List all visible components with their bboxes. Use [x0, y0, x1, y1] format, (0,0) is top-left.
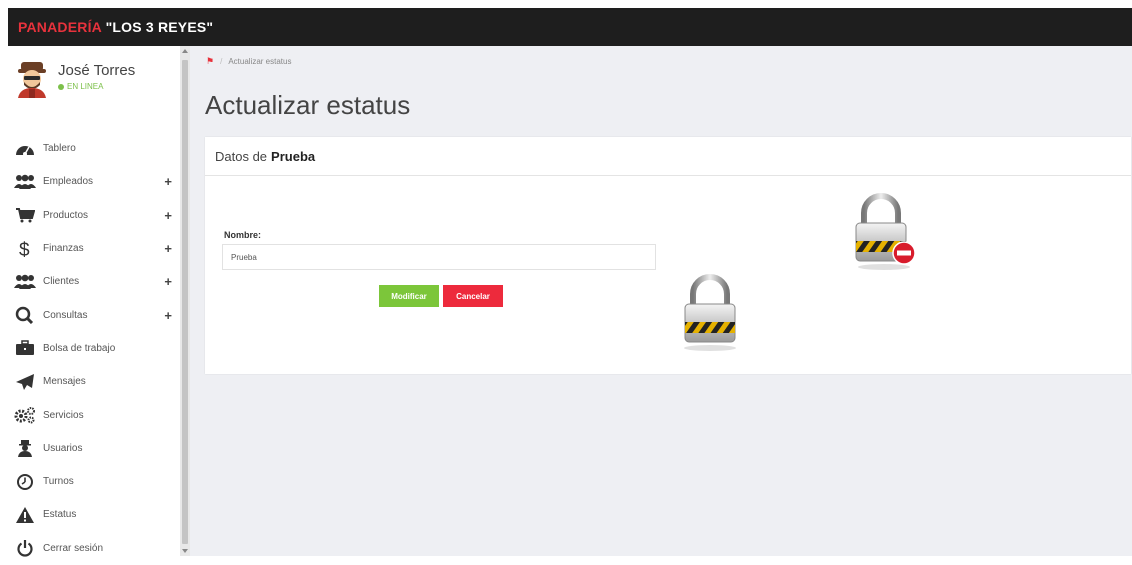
sidebar-item-label: Empleados — [43, 176, 94, 188]
scroll-up-arrow-icon[interactable] — [182, 49, 188, 53]
clock-icon — [13, 472, 37, 492]
search-icon — [13, 305, 37, 325]
online-dot-icon — [58, 83, 64, 90]
cogs-icon — [13, 405, 37, 425]
sidebar-item-consultas[interactable]: Consultas + — [8, 298, 180, 331]
sidebar-item-label: Estatus — [43, 509, 77, 521]
sidebar-item-tablero[interactable]: Tablero — [8, 132, 180, 165]
sidebar-item-servicios[interactable]: Servicios — [8, 398, 180, 431]
tachometer-icon — [13, 139, 37, 159]
sidebar-item-empleados[interactable]: Empleados + — [8, 165, 180, 198]
power-icon — [13, 538, 37, 558]
paper-plane-icon — [13, 372, 37, 392]
sidebar-item-bolsa-de-trabajo[interactable]: Bolsa de trabajo — [8, 332, 180, 365]
sidebar-item-usuarios[interactable]: Usuarios — [8, 432, 180, 465]
name-field-label: Nombre: — [224, 230, 262, 240]
brand-name: PANADERÍA — [18, 19, 102, 35]
sidebar-item-label: Productos — [43, 209, 89, 221]
user-secret-icon — [13, 438, 37, 458]
sidebar-menu: Tablero Empleados + Productos + $ Finanz… — [8, 132, 180, 565]
sidebar-item-label: Servicios — [43, 409, 84, 421]
expand-plus-icon[interactable]: + — [164, 208, 172, 223]
sidebar-item-label: Bolsa de trabajo — [43, 342, 116, 354]
scroll-down-arrow-icon[interactable] — [182, 549, 188, 553]
sidebar-item-turnos[interactable]: Turnos — [8, 465, 180, 498]
scrollbar-thumb[interactable] — [182, 60, 188, 544]
sidebar-item-productos[interactable]: Productos + — [8, 199, 180, 232]
sidebar-scrollbar[interactable] — [180, 46, 190, 556]
status-form-card: Datos de Prueba Nombre: Modificar Cancel… — [205, 137, 1131, 374]
sidebar-item-label: Finanzas — [43, 243, 84, 255]
top-navbar: PANADERÍA "LOS 3 REYES" — [8, 8, 1132, 46]
expand-plus-icon[interactable]: + — [164, 274, 172, 289]
expand-plus-icon[interactable]: + — [164, 174, 172, 189]
breadcrumb: ⚑ / Actualizar estatus — [206, 56, 291, 67]
padlock-icon — [680, 272, 740, 357]
main-content: ⚑ / Actualizar estatus Actualizar estatu… — [190, 46, 1132, 556]
home-icon[interactable]: ⚑ — [206, 56, 214, 67]
user-name: José Torres — [58, 62, 136, 79]
dollar-icon: $ — [13, 239, 37, 259]
brand-logo-text[interactable]: PANADERÍA "LOS 3 REYES" — [18, 19, 213, 35]
sidebar-item-mensajes[interactable]: Mensajes — [8, 365, 180, 398]
sidebar-item-cerrar-sesion[interactable]: Cerrar sesión — [8, 532, 180, 565]
sidebar-item-estatus[interactable]: Estatus — [8, 498, 180, 531]
cancel-button[interactable]: Cancelar — [443, 285, 503, 307]
cart-icon — [13, 205, 37, 225]
sidebar-item-label: Consultas — [43, 309, 88, 321]
card-header-prefix: Datos de — [215, 148, 268, 164]
user-panel: José Torres EN LINEA — [8, 54, 180, 104]
modify-button[interactable]: Modificar — [379, 285, 439, 307]
locked-status-icon — [850, 191, 918, 276]
users-icon — [13, 272, 37, 292]
sidebar-item-label: Usuarios — [43, 442, 83, 454]
users-icon — [13, 172, 37, 192]
avatar — [14, 60, 50, 98]
user-status-label: EN LINEA — [67, 82, 104, 91]
briefcase-icon — [13, 338, 37, 358]
warning-icon — [13, 505, 37, 525]
sidebar-item-finanzas[interactable]: $ Finanzas + — [8, 232, 180, 265]
brand-tagline: "LOS 3 REYES" — [105, 19, 214, 35]
svg-text:$: $ — [19, 240, 30, 259]
expand-plus-icon[interactable]: + — [164, 308, 172, 323]
expand-plus-icon[interactable]: + — [164, 241, 172, 256]
breadcrumb-current: Actualizar estatus — [228, 57, 292, 66]
name-field[interactable] — [222, 244, 656, 270]
sidebar-item-label: Tablero — [43, 143, 76, 155]
sidebar-item-clientes[interactable]: Clientes + — [8, 265, 180, 298]
sidebar-item-label: Mensajes — [43, 376, 86, 388]
sidebar-item-label: Turnos — [43, 476, 74, 488]
sidebar-item-label: Cerrar sesión — [43, 542, 104, 554]
page-title: Actualizar estatus — [205, 90, 411, 120]
user-status: EN LINEA — [58, 82, 103, 91]
sidebar-item-label: Clientes — [43, 276, 80, 288]
card-header-name: Prueba — [271, 148, 316, 164]
breadcrumb-separator: / — [220, 57, 223, 66]
card-header: Datos de Prueba — [205, 137, 1131, 176]
sidebar: José Torres EN LINEA Tablero Empleados +… — [8, 46, 180, 557]
